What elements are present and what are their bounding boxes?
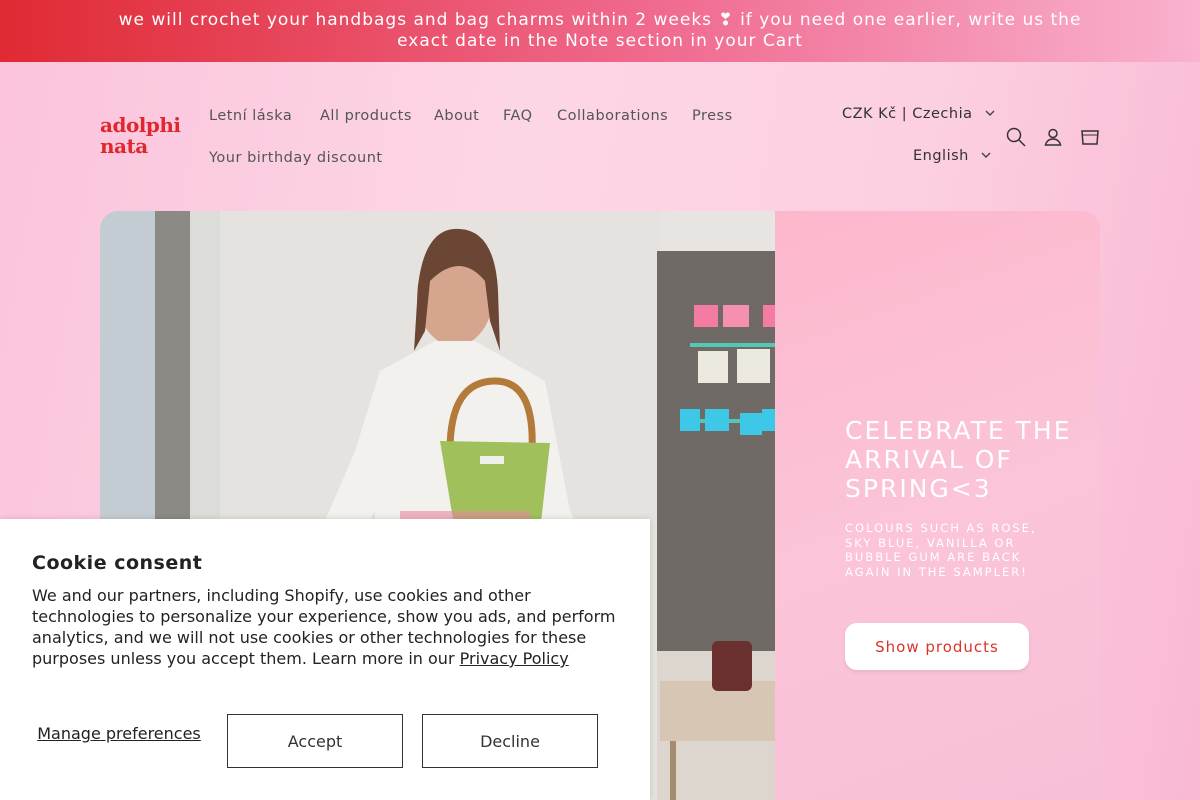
nav-item-collaborations[interactable]: Collaborations xyxy=(557,108,668,124)
nav-item-all-products[interactable]: All products xyxy=(320,108,412,124)
chevron-down-icon xyxy=(985,109,995,120)
chevron-down-icon xyxy=(981,151,991,162)
decline-button[interactable]: Decline xyxy=(422,714,598,768)
announcement-text: we will crochet your handbags and bag ch… xyxy=(118,10,1082,51)
cart-icon[interactable] xyxy=(1078,125,1102,149)
language-selector-label: English xyxy=(913,148,969,164)
hero-subtitle: COLOURS SUCH AS ROSE, SKY BLUE, VANILLA … xyxy=(845,521,1037,579)
hero-text-panel: CELEBRATE THE ARRIVAL OF SPRING<3 COLOUR… xyxy=(775,211,1100,800)
account-icon[interactable] xyxy=(1041,125,1065,149)
cookie-consent-dialog: Cookie consent We and our partners, incl… xyxy=(0,519,650,800)
hero-title: CELEBRATE THE ARRIVAL OF SPRING<3 xyxy=(845,416,1072,503)
nav-item-faq[interactable]: FAQ xyxy=(503,108,533,124)
nav-item-press[interactable]: Press xyxy=(692,108,733,124)
store-logo[interactable]: adolphi nata xyxy=(100,115,181,157)
search-icon[interactable] xyxy=(1004,125,1028,149)
country-selector[interactable]: CZK Kč | Czechia xyxy=(842,106,995,122)
nav-item-birthday-discount[interactable]: Your birthday discount xyxy=(209,150,383,166)
cookie-consent-text: We and our partners, including Shopify, … xyxy=(32,585,627,669)
accept-button[interactable]: Accept xyxy=(227,714,403,768)
country-selector-label: CZK Kč | Czechia xyxy=(842,106,973,122)
show-products-button[interactable]: Show products xyxy=(845,623,1029,670)
nav-item-about[interactable]: About xyxy=(434,108,479,124)
nav-item-letni-laska[interactable]: Letní láska xyxy=(209,108,292,124)
language-selector[interactable]: English xyxy=(913,148,991,164)
privacy-policy-link[interactable]: Privacy Policy xyxy=(460,649,569,668)
manage-preferences-button[interactable]: Manage preferences xyxy=(32,724,206,743)
announcement-bar: we will crochet your handbags and bag ch… xyxy=(0,0,1200,62)
cookie-consent-title: Cookie consent xyxy=(32,552,203,574)
